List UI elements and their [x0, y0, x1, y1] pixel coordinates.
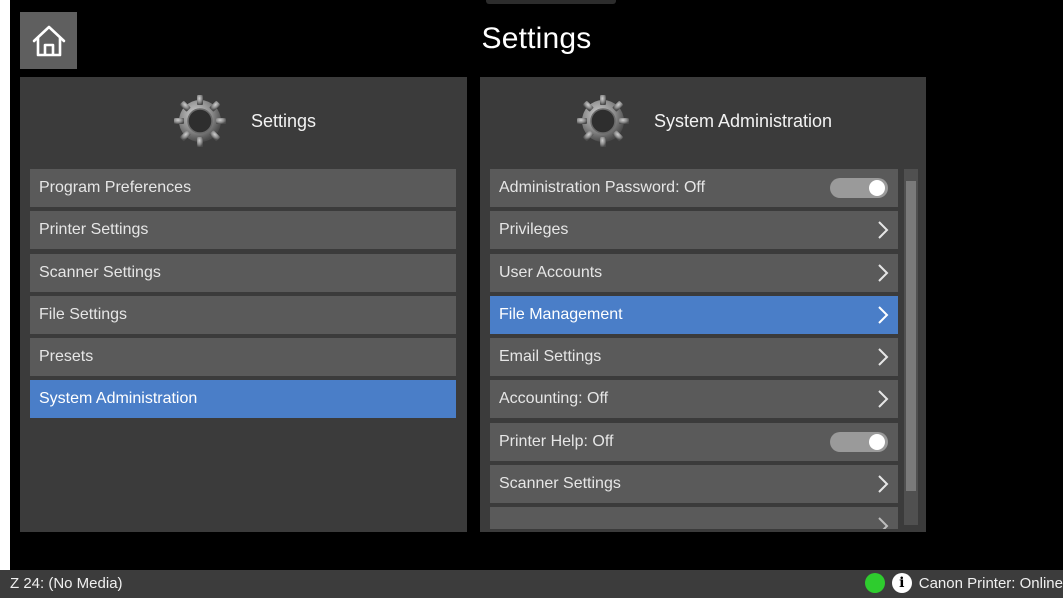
- chevron-right-icon: [878, 517, 889, 529]
- menu-item-label: File Settings: [39, 305, 128, 323]
- menu-item-printer-settings[interactable]: Printer Settings: [30, 211, 456, 250]
- menu-item-label: Scanner Settings: [39, 263, 161, 281]
- gear-icon: [576, 95, 629, 147]
- chevron-right-icon: [878, 221, 889, 240]
- menu-item-presets[interactable]: Presets: [30, 338, 456, 377]
- chevron-right-icon: [878, 475, 889, 493]
- admin-password-toggle[interactable]: [830, 178, 888, 198]
- menu-item-file-settings[interactable]: File Settings: [30, 295, 456, 334]
- media-status: Z 24: (No Media): [10, 575, 123, 592]
- item-label: Accounting: Off: [499, 390, 609, 408]
- scrollbar-thumb[interactable]: [906, 181, 916, 491]
- top-notch: [486, 0, 616, 4]
- privileges-item[interactable]: Privileges: [490, 211, 898, 250]
- info-icon[interactable]: i: [891, 573, 912, 593]
- chevron-right-icon: [878, 263, 889, 282]
- printer-help-item[interactable]: Printer Help: Off: [490, 422, 898, 461]
- system-administration-list: Administration Password: Off Privileges …: [490, 169, 900, 529]
- item-label: Printer Help: Off: [499, 432, 614, 450]
- chevron-right-icon: [878, 348, 889, 366]
- system-administration-title: System Administration: [653, 110, 833, 131]
- system-administration-header: System Administration: [480, 77, 926, 165]
- chevron-right-icon: [878, 390, 889, 409]
- menu-item-label: Printer Settings: [39, 221, 149, 239]
- system-administration-panel: System Administration Administration Pas…: [480, 77, 926, 532]
- toggle-knob: [869, 180, 885, 196]
- email-settings-item[interactable]: Email Settings: [490, 338, 898, 377]
- menu-item-label: Program Preferences: [39, 179, 192, 196]
- menu-item-system-administration[interactable]: System Administration: [30, 380, 456, 419]
- item-label: Email Settings: [499, 348, 602, 366]
- item-label: Scanner Settings: [499, 475, 621, 493]
- settings-panel: Settings Program Preferences Printer Set…: [20, 77, 467, 532]
- status-bar: Z 24: (No Media) i Canon Printer: Online: [0, 570, 1063, 598]
- printer-status: i Canon Printer: Online: [864, 573, 1063, 593]
- settings-panel-title: Settings: [250, 110, 317, 131]
- accounting-item[interactable]: Accounting: Off: [490, 380, 898, 419]
- file-management-item[interactable]: File Management: [490, 295, 898, 334]
- item-label: File Management: [499, 305, 623, 323]
- vertical-scrollbar[interactable]: [904, 169, 918, 525]
- app-window: Settings Settings Program Preferences Pr…: [10, 0, 1063, 598]
- user-accounts-item[interactable]: User Accounts: [490, 253, 898, 292]
- toggle-knob: [869, 433, 885, 450]
- page-title: Settings: [481, 22, 592, 55]
- gear-icon: [173, 95, 226, 147]
- chevron-right-icon: [878, 306, 889, 324]
- menu-item-program-preferences[interactable]: Program Preferences: [30, 169, 456, 207]
- item-label: User Accounts: [499, 263, 603, 281]
- settings-panel-header: Settings: [20, 77, 467, 165]
- scanner-settings-item[interactable]: Scanner Settings: [490, 465, 898, 504]
- online-indicator: [864, 573, 885, 593]
- printer-help-toggle[interactable]: [830, 431, 888, 452]
- printer-status-text: Canon Printer: Online: [918, 574, 1063, 592]
- admin-password-item[interactable]: Administration Password: Off: [490, 169, 898, 207]
- item-label: Administration Password: Off: [499, 179, 706, 196]
- menu-item-label: Presets: [39, 348, 94, 366]
- settings-list: Program Preferences Printer Settings Sca…: [30, 169, 456, 423]
- partially-visible-item[interactable]: [490, 507, 898, 529]
- menu-item-scanner-settings[interactable]: Scanner Settings: [30, 253, 456, 292]
- item-label: Privileges: [499, 221, 569, 239]
- menu-item-label: System Administration: [39, 390, 198, 408]
